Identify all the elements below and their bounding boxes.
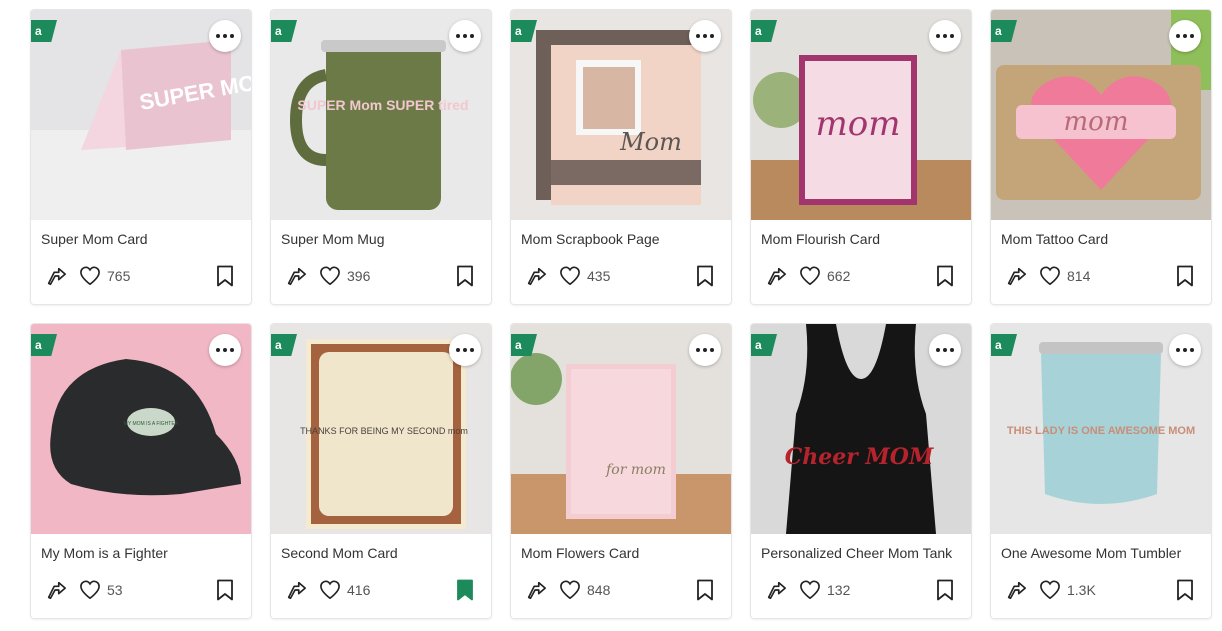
heart-icon[interactable] <box>79 580 101 600</box>
bookmark-icon[interactable] <box>1176 265 1194 287</box>
share-icon[interactable] <box>45 265 67 287</box>
more-options-button[interactable] <box>1169 334 1201 366</box>
project-title[interactable]: Mom Scrapbook Page <box>521 231 660 247</box>
thumb-text: THIS LADY IS ONE AWESOME MOM <box>1007 425 1195 437</box>
project-grid: SUPER MOM a Super Mom Card 765 SUPER Mom… <box>31 10 1211 622</box>
share-icon[interactable] <box>285 265 307 287</box>
like-count: 765 <box>107 268 131 284</box>
like-count: 435 <box>587 268 611 284</box>
share-icon[interactable] <box>525 265 547 287</box>
card-actions: 132 <box>751 576 971 606</box>
thumb-text: mom <box>1064 107 1129 137</box>
share-icon[interactable] <box>765 265 787 287</box>
more-options-button[interactable] <box>1169 20 1201 52</box>
project-title[interactable]: One Awesome Mom Tumbler <box>1001 545 1181 561</box>
project-card[interactable]: Mom a Mom Scrapbook Page 435 <box>511 10 731 304</box>
project-title[interactable]: Personalized Cheer Mom Tank <box>761 545 952 561</box>
bookmark-icon-saved[interactable] <box>456 579 474 601</box>
more-options-button[interactable] <box>929 334 961 366</box>
project-title[interactable]: Super Mom Mug <box>281 231 384 247</box>
like-count: 53 <box>107 582 123 598</box>
bookmark-icon[interactable] <box>696 265 714 287</box>
thumb-text: Cheer MOM <box>785 444 934 470</box>
project-card[interactable]: THIS LADY IS ONE AWESOME MOM a One Aweso… <box>991 324 1211 618</box>
more-options-button[interactable] <box>929 20 961 52</box>
more-options-button[interactable] <box>209 334 241 366</box>
project-title[interactable]: Mom Flourish Card <box>761 231 880 247</box>
bookmark-icon[interactable] <box>216 265 234 287</box>
heart-icon[interactable] <box>1039 266 1061 286</box>
project-title[interactable]: Mom Tattoo Card <box>1001 231 1108 247</box>
project-title[interactable]: Super Mom Card <box>41 231 148 247</box>
more-options-button[interactable] <box>689 20 721 52</box>
thumb-text: THANKS FOR BEING MY SECOND mom <box>300 426 468 436</box>
like-count: 848 <box>587 582 611 598</box>
heart-icon[interactable] <box>559 266 581 286</box>
project-title[interactable]: Mom Flowers Card <box>521 545 639 561</box>
bookmark-icon[interactable] <box>696 579 714 601</box>
share-icon[interactable] <box>765 579 787 601</box>
project-card[interactable]: mom a Mom Tattoo Card 814 <box>991 10 1211 304</box>
project-card[interactable]: MY MOM IS A FIGHTER a My Mom is a Fighte… <box>31 324 251 618</box>
card-actions: 848 <box>511 576 731 606</box>
like-count: 1.3K <box>1067 582 1096 598</box>
project-title[interactable]: My Mom is a Fighter <box>41 545 168 561</box>
card-actions: 765 <box>31 262 251 292</box>
heart-icon[interactable] <box>79 266 101 286</box>
thumb-text: mom <box>816 104 901 144</box>
more-options-button[interactable] <box>689 334 721 366</box>
project-card[interactable]: Cheer MOM a Personalized Cheer Mom Tank … <box>751 324 971 618</box>
project-card[interactable]: SUPER Mom SUPER tired a Super Mom Mug 39… <box>271 10 491 304</box>
project-card[interactable]: THANKS FOR BEING MY SECOND mom a Second … <box>271 324 491 618</box>
like-count: 814 <box>1067 268 1091 284</box>
heart-icon[interactable] <box>559 580 581 600</box>
bookmark-icon[interactable] <box>456 265 474 287</box>
heart-icon[interactable] <box>319 266 341 286</box>
more-options-button[interactable] <box>209 20 241 52</box>
bookmark-icon[interactable] <box>1176 579 1194 601</box>
share-icon[interactable] <box>1005 265 1027 287</box>
thumb-text: MY MOM IS A FIGHTER <box>124 421 179 427</box>
card-actions: 396 <box>271 262 491 292</box>
card-actions: 416 <box>271 576 491 606</box>
bookmark-icon[interactable] <box>936 265 954 287</box>
card-actions: 435 <box>511 262 731 292</box>
thumb-text: Mom <box>619 128 682 156</box>
like-count: 132 <box>827 582 851 598</box>
share-icon[interactable] <box>285 579 307 601</box>
share-icon[interactable] <box>1005 579 1027 601</box>
heart-icon[interactable] <box>799 266 821 286</box>
card-actions: 662 <box>751 262 971 292</box>
project-card[interactable]: SUPER MOM a Super Mom Card 765 <box>31 10 251 304</box>
like-count: 662 <box>827 268 851 284</box>
like-count: 396 <box>347 268 371 284</box>
card-actions: 1.3K <box>991 576 1211 606</box>
like-count: 416 <box>347 582 371 598</box>
project-title[interactable]: Second Mom Card <box>281 545 398 561</box>
card-actions: 814 <box>991 262 1211 292</box>
heart-icon[interactable] <box>319 580 341 600</box>
thumb-text: for mom <box>605 462 666 478</box>
thumb-text: SUPER Mom SUPER tired <box>297 97 468 113</box>
heart-icon[interactable] <box>799 580 821 600</box>
share-icon[interactable] <box>525 579 547 601</box>
heart-icon[interactable] <box>1039 580 1061 600</box>
card-actions: 53 <box>31 576 251 606</box>
more-options-button[interactable] <box>449 20 481 52</box>
more-options-button[interactable] <box>449 334 481 366</box>
bookmark-icon[interactable] <box>216 579 234 601</box>
share-icon[interactable] <box>45 579 67 601</box>
project-card[interactable]: mom a Mom Flourish Card 662 <box>751 10 971 304</box>
project-card[interactable]: for mom a Mom Flowers Card 848 <box>511 324 731 618</box>
bookmark-icon[interactable] <box>936 579 954 601</box>
